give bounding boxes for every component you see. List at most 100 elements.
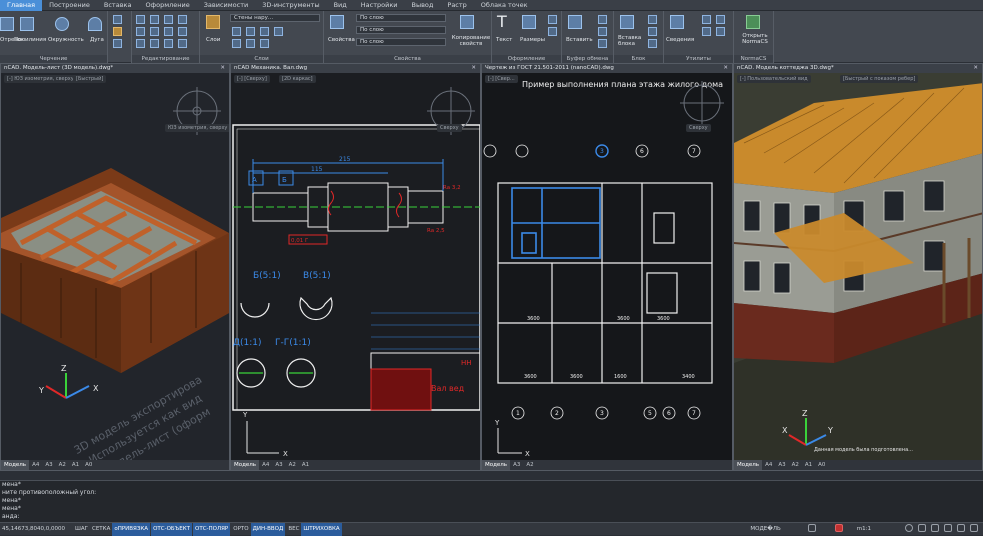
toggle-lineweight[interactable]: ВЕС [286, 523, 301, 536]
tab-model[interactable]: Модель [1, 460, 30, 470]
rectangle-icon[interactable] [113, 15, 122, 24]
arc-icon[interactable] [88, 17, 102, 31]
view-direction-label[interactable]: [-] [Свер... [485, 75, 518, 83]
id-point-icon[interactable] [702, 27, 711, 36]
tab-a3[interactable]: A3 [510, 460, 523, 470]
mirror-icon[interactable] [150, 27, 159, 36]
tab-a4[interactable]: A4 [762, 460, 775, 470]
table-icon[interactable] [548, 27, 557, 36]
layer-prev-icon[interactable] [246, 39, 255, 48]
toggle-osnap[interactable]: оПРИВЯЗКА [112, 522, 151, 536]
polyline-button-label[interactable]: Полилиния [14, 37, 46, 43]
normacs-icon[interactable] [746, 15, 760, 29]
layer-freeze-icon[interactable] [246, 27, 255, 36]
select-icon[interactable] [702, 15, 711, 24]
cottage-3d-canvas[interactable]: Данная модель была подготовлена... X Y Z [734, 73, 983, 462]
tab-model[interactable]: Модель [482, 460, 511, 470]
tab-a2[interactable]: A2 [56, 460, 69, 470]
layer-match-icon[interactable] [232, 39, 241, 48]
workspace-icon[interactable] [944, 524, 952, 532]
scale-icon[interactable] [150, 39, 159, 48]
insert-block-label[interactable]: Вставка блока [618, 35, 646, 47]
ribbon-tab[interactable]: Вставка [97, 0, 139, 11]
settings-icon[interactable] [808, 524, 816, 532]
toggle-polar[interactable]: ОТС-ПОЛЯР [193, 522, 231, 536]
offset-icon[interactable] [178, 39, 187, 48]
circle-button-label[interactable]: Окружность [48, 37, 84, 43]
line-icon[interactable] [0, 17, 14, 31]
ribbon-tab[interactable]: Построение [42, 0, 97, 11]
copy-properties-label[interactable]: Копирование свойств [450, 35, 492, 47]
visual-style-label[interactable]: [Быстрый с показом ребер] [840, 75, 919, 83]
layers-button-label[interactable]: Слои [206, 37, 220, 43]
tab-a1[interactable]: A1 [299, 460, 312, 470]
orbit-icon[interactable] [931, 524, 939, 532]
insert-block-icon[interactable] [620, 15, 634, 29]
open-normacs-label[interactable]: Открыть NormaCS [736, 33, 774, 45]
toggle-grid[interactable]: СЕТКА [90, 523, 112, 536]
create-block-icon[interactable] [648, 15, 657, 24]
measure-button-label[interactable]: Сведения [666, 37, 694, 43]
array-icon[interactable] [164, 39, 173, 48]
trim-icon[interactable] [164, 15, 173, 24]
hatch-icon[interactable] [113, 27, 122, 36]
properties-button-label[interactable]: Свойства [328, 37, 355, 43]
match-properties-icon[interactable] [460, 15, 474, 29]
close-icon[interactable]: ✕ [471, 64, 476, 73]
tab-a4[interactable]: A4 [259, 460, 272, 470]
model-space-label[interactable]: МОДЕ�ЛЬ [748, 523, 782, 536]
annotation-scale[interactable]: m1:1 [855, 523, 873, 536]
command-line[interactable]: мена* ните противоположный угол: мена* м… [0, 480, 983, 522]
toggle-snap[interactable]: ШАГ [73, 523, 90, 536]
view-direction-label[interactable]: [-] Пользовательский вид [737, 75, 811, 83]
layers-icon[interactable] [206, 15, 220, 29]
tab-a4[interactable]: A4 [29, 460, 42, 470]
viewcube-label[interactable]: Сверху [686, 124, 711, 132]
viewcube-label[interactable]: Сверху [437, 124, 462, 132]
polyline-icon[interactable] [20, 17, 34, 31]
ribbon-tab[interactable]: Зависимости [197, 0, 255, 11]
linetype-dropdown[interactable]: По слою [356, 26, 446, 34]
toggle-ortho[interactable]: ОРТО [231, 523, 250, 536]
tab-a1[interactable]: A1 [802, 460, 815, 470]
tab-a0[interactable]: A0 [82, 460, 95, 470]
ribbon-tab[interactable]: Оформление [138, 0, 196, 11]
stretch-icon[interactable] [136, 39, 145, 48]
tab-a3[interactable]: A3 [272, 460, 285, 470]
color-dropdown[interactable]: По слою [356, 14, 446, 22]
calc-icon[interactable] [716, 27, 725, 36]
lineweight-dropdown[interactable]: По слою [356, 38, 446, 46]
tab-a2[interactable]: A2 [789, 460, 802, 470]
edit-block-icon[interactable] [648, 27, 657, 36]
command-prompt[interactable]: анда: [0, 513, 983, 521]
viewport-mechanics[interactable]: nCAD Механика. Вал.dwg ✕ 215 115 А Б 0,0… [230, 63, 481, 471]
tab-model[interactable]: Модель [231, 460, 260, 470]
toggle-dyn-input[interactable]: ДИН-ВВОД [250, 522, 286, 536]
pan-icon[interactable] [918, 524, 926, 532]
layer-iso-icon[interactable] [274, 27, 283, 36]
arc-button-label[interactable]: Дуга [90, 37, 104, 43]
toggle-hatch[interactable]: ШТРИХОВКА [301, 522, 342, 536]
tab-a2[interactable]: A2 [286, 460, 299, 470]
viewport-cottage[interactable]: nCAD. Модель коттеджа 3D.dwg* ✕ Данная м… [733, 63, 983, 471]
copy-icon[interactable] [136, 27, 145, 36]
rotate-icon[interactable] [150, 15, 159, 24]
view-direction-label[interactable]: [-] [Сверху] [234, 75, 270, 83]
tab-a0[interactable]: A0 [815, 460, 828, 470]
tab-model[interactable]: Модель [734, 460, 763, 470]
layer-state-icon[interactable] [260, 39, 269, 48]
ribbon-tab[interactable]: Вывод [405, 0, 441, 11]
tab-a2[interactable]: A2 [523, 460, 536, 470]
tab-a3[interactable]: A3 [42, 460, 55, 470]
view-direction-label[interactable]: [-] ЮЗ изометрия, сверху [4, 75, 77, 83]
measure-icon[interactable] [670, 15, 684, 29]
dimension-icon[interactable] [522, 15, 536, 29]
ribbon-tab[interactable]: Растр [440, 0, 473, 11]
block-attr-icon[interactable] [648, 39, 657, 48]
visual-style-label[interactable]: [Быстрый] [73, 75, 107, 83]
copy-base-icon[interactable] [598, 39, 607, 48]
text-button-label[interactable]: Текст [496, 37, 512, 43]
leader-icon[interactable] [548, 15, 557, 24]
dimensions-button-label[interactable]: Размеры [520, 37, 545, 43]
lock-icon[interactable] [957, 524, 965, 532]
